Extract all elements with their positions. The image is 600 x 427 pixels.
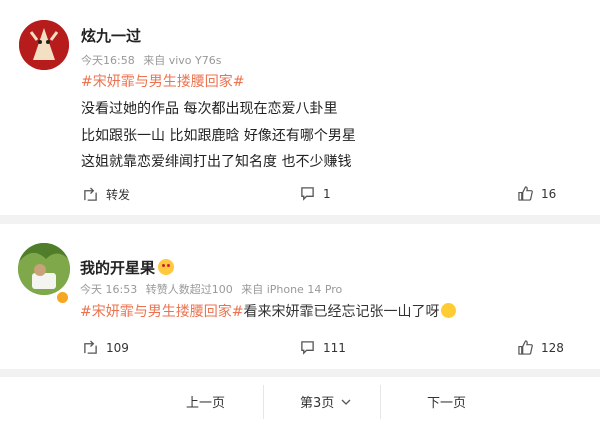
username-text: 我的开星果 [80, 259, 156, 277]
divider [263, 385, 264, 419]
repost-button[interactable]: 109 [83, 340, 129, 355]
avatar[interactable] [18, 243, 70, 295]
vip-badge-icon [55, 290, 70, 305]
repost-icon [84, 340, 97, 354]
divider [380, 385, 381, 419]
page-select[interactable]: 第3页 [300, 392, 351, 411]
emoji-icon [441, 303, 457, 318]
comment-button[interactable]: 111 [300, 340, 346, 355]
pagination: 上一页 第3页 下一页 [0, 377, 600, 427]
comment-count: 1 [323, 186, 331, 201]
chevron-down-icon [341, 399, 351, 405]
comment-count: 111 [323, 340, 346, 355]
comment-icon [301, 187, 314, 201]
weibo-post-2: 我的开星果 今天 16:53 转赞人数超过100 来自 iPhone 14 Pr… [0, 224, 600, 369]
weibo-post-1: 炫九一过 今天16:58 来自 vivo Y76s #宋妍霏与男生搂腰回家# 没… [0, 0, 600, 215]
like-icon [518, 340, 533, 355]
repost-count: 109 [106, 340, 129, 355]
post-actions: 转发 1 16 [0, 186, 600, 206]
like-count: 16 [541, 186, 557, 201]
praise-info: 转赞人数超过100 [145, 283, 233, 296]
comment-icon [301, 341, 314, 355]
post-source: 来自 iPhone 14 Pro [241, 283, 343, 296]
post-source: 来自 vivo Y76s [143, 54, 222, 67]
hashtag-link[interactable]: #宋妍霏与男生搂腰回家# [81, 71, 244, 91]
repost-icon [84, 187, 97, 201]
post-text-line: 比如跟张一山 比如跟鹿晗 好像还有哪个男星 [81, 128, 356, 144]
post-text-line: 这姐就靠恋爱绯闻打出了知名度 也不少赚钱 [81, 154, 352, 170]
current-page-label: 第3页 [300, 396, 335, 411]
post-text-body: 看来宋妍霏已经忘记张一山了呀 [243, 304, 440, 320]
comment-button[interactable]: 1 [300, 186, 331, 201]
repost-label: 转发 [106, 188, 131, 202]
post-meta: 今天16:58 来自 vivo Y76s [81, 52, 226, 68]
post-meta: 今天 16:53 转赞人数超过100 来自 iPhone 14 Pro [80, 281, 347, 297]
post-text: #宋妍霏与男生搂腰回家#看来宋妍霏已经忘记张一山了呀 [80, 301, 457, 321]
username[interactable]: 炫九一过 [81, 25, 141, 46]
next-page-button[interactable]: 下一页 [427, 392, 466, 411]
prev-page-button[interactable]: 上一页 [186, 392, 225, 411]
like-button[interactable]: 128 [518, 340, 564, 355]
emoji-icon [158, 259, 175, 275]
post-actions: 109 111 128 [0, 340, 600, 360]
repost-button[interactable]: 转发 [83, 186, 130, 203]
like-icon [518, 186, 533, 201]
username[interactable]: 我的开星果 [80, 257, 175, 278]
post-time[interactable]: 今天 16:53 [80, 283, 137, 296]
post-time[interactable]: 今天16:58 [81, 54, 135, 67]
like-count: 128 [541, 340, 564, 355]
hashtag-link[interactable]: #宋妍霏与男生搂腰回家# [80, 304, 243, 320]
post-text-line: 没看过她的作品 每次都出现在恋爱八卦里 [81, 101, 338, 117]
avatar[interactable] [19, 20, 69, 70]
like-button[interactable]: 16 [518, 186, 556, 201]
